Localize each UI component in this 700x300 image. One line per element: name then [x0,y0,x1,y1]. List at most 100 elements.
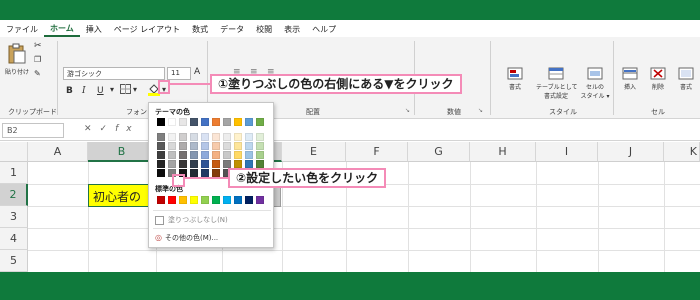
font-size-select[interactable]: 11 [167,67,191,80]
theme-shade-swatch[interactable] [179,160,187,168]
more-colors-option[interactable]: ◎ その他の色(M)... [155,233,218,243]
theme-shade-swatch[interactable] [212,151,220,159]
theme-shade-swatch[interactable] [157,169,165,177]
theme-shade-swatch[interactable] [201,169,209,177]
conditional-format-button[interactable]: 書式 [497,67,533,91]
format-cells-button[interactable]: 書式 [673,67,699,91]
paste-button[interactable]: 貼り付け [4,43,30,76]
column-header-g[interactable]: G [408,142,470,162]
theme-shade-swatch[interactable] [179,133,187,141]
theme-shade-swatch[interactable] [245,151,253,159]
theme-shade-swatch[interactable] [179,151,187,159]
theme-shade-swatch[interactable] [190,151,198,159]
theme-color-swatch[interactable] [234,118,242,126]
column-header-f[interactable]: F [346,142,408,162]
theme-color-swatch[interactable] [245,118,253,126]
column-header-b[interactable]: B [88,142,156,162]
theme-shade-swatch[interactable] [190,133,198,141]
italic-button[interactable]: I [82,86,86,96]
theme-shade-swatch[interactable] [168,160,176,168]
row-header-2[interactable]: 2 [0,184,28,206]
underline-button[interactable]: U [97,86,104,96]
theme-shade-swatch[interactable] [212,142,220,150]
theme-shade-swatch[interactable] [223,142,231,150]
theme-shade-swatch[interactable] [223,151,231,159]
theme-shade-swatch[interactable] [245,133,253,141]
column-header-e[interactable]: E [282,142,346,162]
tab-review[interactable]: 校閲 [250,24,278,37]
tab-view[interactable]: 表示 [278,24,306,37]
theme-color-swatch[interactable] [190,118,198,126]
standard-color-swatch[interactable] [256,196,264,204]
row-header-4[interactable]: 4 [0,228,28,250]
cut-icon[interactable]: ✂ [34,41,42,51]
column-header-a[interactable]: A [28,142,88,162]
column-header-k[interactable]: K [664,142,700,162]
grow-font-button[interactable]: A [194,67,200,77]
theme-shade-swatch[interactable] [179,142,187,150]
theme-shade-swatch[interactable] [234,151,242,159]
standard-color-swatch[interactable] [190,196,198,204]
theme-shade-swatch[interactable] [256,142,264,150]
theme-color-swatch[interactable] [256,118,264,126]
enter-icon[interactable]: ✓ [100,124,116,134]
theme-shade-swatch[interactable] [223,160,231,168]
column-header-i[interactable]: I [536,142,598,162]
tab-formulas[interactable]: 数式 [186,24,214,37]
theme-shade-swatch[interactable] [256,160,264,168]
select-all-corner[interactable] [0,142,28,162]
column-header-j[interactable]: J [598,142,664,162]
theme-shade-swatch[interactable] [168,151,176,159]
borders-dropdown-icon[interactable]: ▾ [133,85,137,94]
theme-shade-swatch[interactable] [157,151,165,159]
row-header-1[interactable]: 1 [0,162,28,184]
theme-shade-swatch[interactable] [168,142,176,150]
standard-color-swatch[interactable] [179,196,187,204]
theme-shade-swatch[interactable] [190,169,198,177]
theme-shade-swatch[interactable] [201,160,209,168]
tab-home[interactable]: ホーム [44,23,80,37]
theme-color-swatch[interactable] [212,118,220,126]
column-header-h[interactable]: H [470,142,536,162]
row-header-5[interactable]: 5 [0,250,28,272]
dialog-launcher-icon[interactable]: ↘ [478,107,483,114]
theme-color-swatch[interactable] [168,118,176,126]
theme-shade-swatch[interactable] [190,142,198,150]
theme-shade-swatch[interactable] [157,142,165,150]
standard-color-swatch[interactable] [201,196,209,204]
tab-data[interactable]: データ [214,24,250,37]
borders-icon[interactable] [120,84,132,98]
theme-shade-swatch[interactable] [201,151,209,159]
theme-shade-swatch[interactable] [234,160,242,168]
tab-help[interactable]: ヘルプ [306,24,342,37]
theme-shade-swatch[interactable] [157,133,165,141]
bold-button[interactable]: B [66,86,73,96]
underline-dropdown-icon[interactable]: ▾ [110,85,114,94]
row-header-3[interactable]: 3 [0,206,28,228]
tab-insert[interactable]: 挿入 [80,24,108,37]
tab-page-layout[interactable]: ページ レイアウト [108,24,186,37]
theme-color-swatch[interactable] [157,118,165,126]
cell-b2[interactable]: 初心者の [88,184,150,207]
name-box[interactable]: B2 [2,123,64,138]
no-fill-option[interactable]: 塗りつぶしなし(N) [155,215,228,225]
tab-file[interactable]: ファイル [0,24,44,37]
theme-shade-swatch[interactable] [245,142,253,150]
theme-shade-swatch[interactable] [201,133,209,141]
standard-color-swatch[interactable] [212,196,220,204]
theme-shade-swatch[interactable] [201,142,209,150]
format-painter-icon[interactable]: ✎ [34,69,41,78]
copy-icon[interactable]: ❐ [34,55,41,64]
theme-color-swatch[interactable] [179,118,187,126]
fx-icon[interactable]: fx [115,124,140,134]
theme-shade-swatch[interactable] [212,169,220,177]
dialog-launcher-icon[interactable]: ↘ [405,107,410,114]
standard-color-swatch[interactable] [234,196,242,204]
insert-cells-button[interactable]: 挿入 [617,67,643,91]
theme-color-swatch[interactable] [223,118,231,126]
theme-shade-swatch[interactable] [256,133,264,141]
theme-color-swatch[interactable] [201,118,209,126]
standard-color-swatch[interactable] [223,196,231,204]
theme-shade-swatch[interactable] [234,133,242,141]
standard-color-swatch[interactable] [245,196,253,204]
